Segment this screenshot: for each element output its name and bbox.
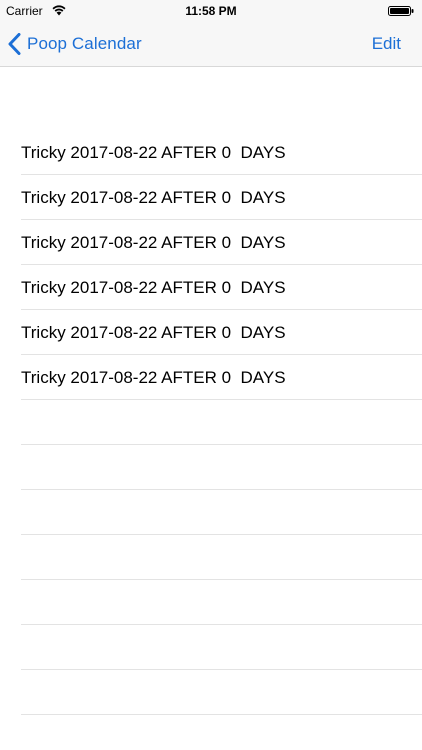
battery-icon bbox=[388, 6, 414, 16]
table-row[interactable]: Tricky 2017-08-22 AFTER 0 DAYS bbox=[21, 310, 422, 355]
table-row bbox=[21, 445, 422, 490]
row-label: Tricky 2017-08-22 AFTER 0 DAYS bbox=[21, 143, 286, 162]
back-button-label: Poop Calendar bbox=[27, 34, 142, 53]
table-row bbox=[21, 535, 422, 580]
row-label: Tricky 2017-08-22 AFTER 0 DAYS bbox=[21, 323, 286, 342]
navigation-bar: Poop Calendar Edit bbox=[0, 22, 422, 67]
table-row[interactable]: Tricky 2017-08-22 AFTER 0 DAYS bbox=[21, 175, 422, 220]
row-label: Tricky 2017-08-22 AFTER 0 DAYS bbox=[21, 188, 286, 207]
screen: Carrier 11:58 PM Poop Calendar Edit Tric… bbox=[0, 0, 422, 750]
row-label: Tricky 2017-08-22 AFTER 0 DAYS bbox=[21, 233, 286, 252]
chevron-left-icon bbox=[8, 33, 21, 55]
table-row bbox=[21, 580, 422, 625]
table-row bbox=[21, 490, 422, 535]
table-row[interactable]: Tricky 2017-08-22 AFTER 0 DAYS bbox=[21, 220, 422, 265]
status-bar: Carrier 11:58 PM bbox=[0, 0, 422, 22]
back-button[interactable]: Poop Calendar bbox=[8, 22, 142, 66]
table-row[interactable]: Tricky 2017-08-22 AFTER 0 DAYS bbox=[21, 130, 422, 175]
table-row bbox=[21, 625, 422, 670]
entries-table: Tricky 2017-08-22 AFTER 0 DAYS Tricky 201… bbox=[0, 130, 422, 715]
row-label: Tricky 2017-08-22 AFTER 0 DAYS bbox=[21, 278, 286, 297]
table-row bbox=[21, 670, 422, 715]
edit-button[interactable]: Edit bbox=[372, 22, 401, 66]
table-row[interactable]: Tricky 2017-08-22 AFTER 0 DAYS bbox=[21, 355, 422, 400]
status-time: 11:58 PM bbox=[185, 4, 237, 18]
row-label: Tricky 2017-08-22 AFTER 0 DAYS bbox=[21, 368, 286, 387]
table-row bbox=[21, 400, 422, 445]
table-row[interactable]: Tricky 2017-08-22 AFTER 0 DAYS bbox=[21, 265, 422, 310]
